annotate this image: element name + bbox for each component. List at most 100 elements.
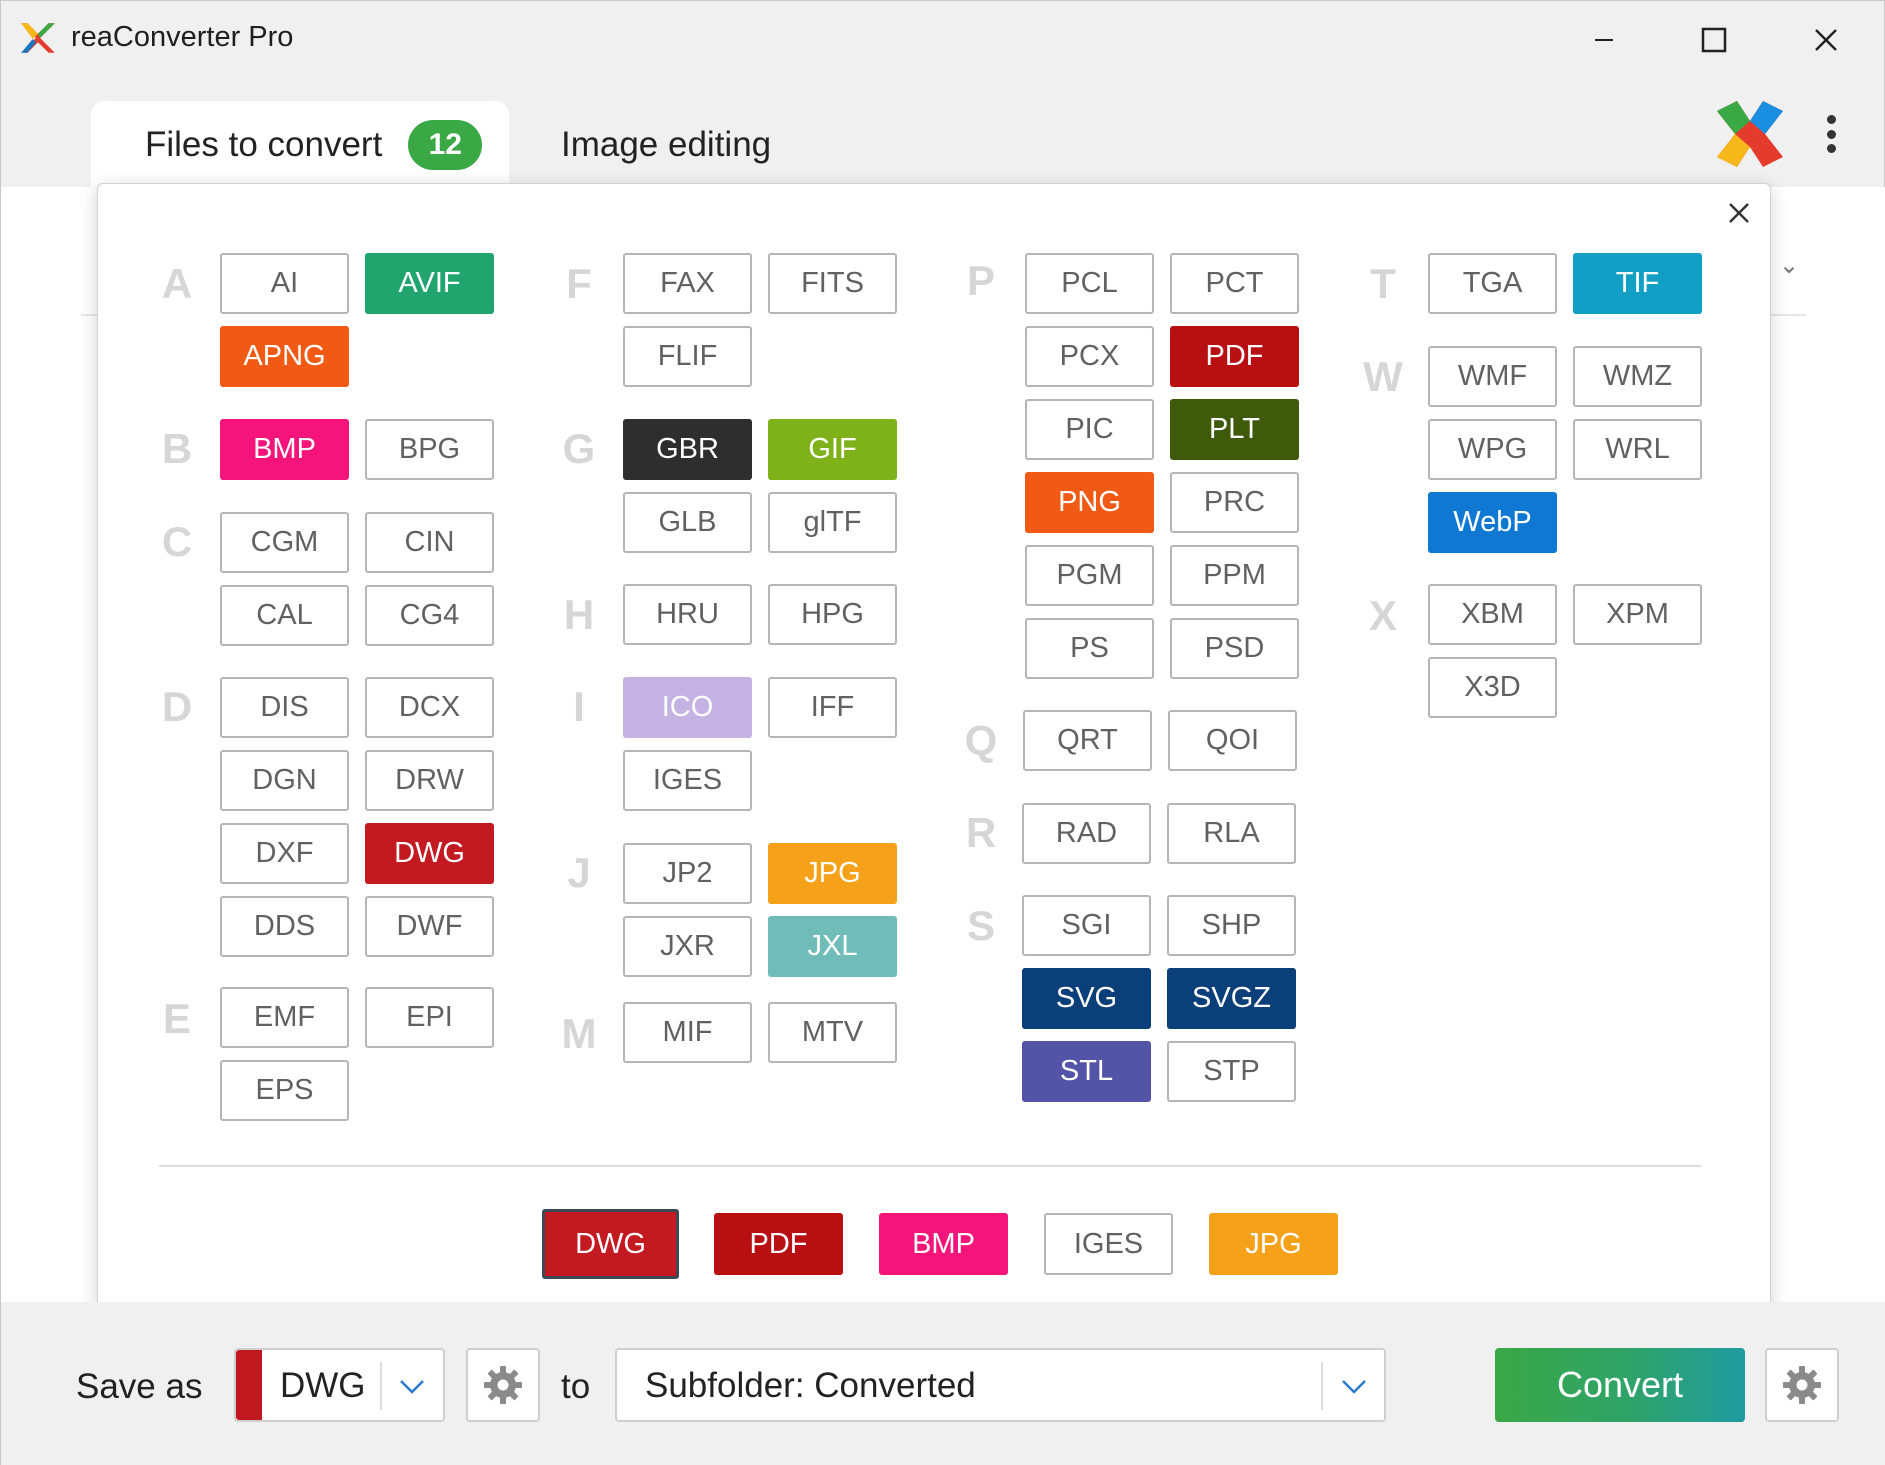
format-button-flif[interactable]: FLIF (623, 326, 752, 387)
format-button-fax[interactable]: FAX (623, 253, 752, 314)
format-button-jxr[interactable]: JXR (623, 916, 752, 977)
format-button-pct[interactable]: PCT (1170, 253, 1299, 314)
group-letter-h: H (563, 591, 595, 638)
destination-value: Subfolder: Converted (645, 1366, 976, 1405)
format-button-pcl[interactable]: PCL (1025, 253, 1154, 314)
format-button-qoi[interactable]: QOI (1168, 710, 1297, 771)
recent-format-pdf[interactable]: PDF (714, 1213, 843, 1275)
format-button-dis[interactable]: DIS (220, 677, 349, 738)
format-button-stp[interactable]: STP (1167, 1041, 1296, 1102)
tab-files-to-convert[interactable]: Files to convert 12 (91, 101, 509, 189)
chevron-down-icon (400, 1380, 424, 1394)
format-button-x3d[interactable]: X3D (1428, 657, 1557, 718)
group-letter-a: A (161, 260, 193, 307)
format-button-ai[interactable]: AI (220, 253, 349, 314)
format-button-jp2[interactable]: JP2 (623, 843, 752, 904)
close-popup-icon[interactable] (1723, 197, 1755, 229)
format-button-gbr[interactable]: GBR (623, 419, 752, 480)
format-button-mif[interactable]: MIF (623, 1002, 752, 1063)
output-format-select[interactable]: DWG (234, 1348, 445, 1422)
format-button-dcx[interactable]: DCX (365, 677, 494, 738)
format-button-wmz[interactable]: WMZ (1573, 346, 1702, 407)
group-letter-c: C (161, 518, 193, 565)
format-button-prc[interactable]: PRC (1170, 472, 1299, 533)
format-button-dgn[interactable]: DGN (220, 750, 349, 811)
format-button-shp[interactable]: SHP (1167, 895, 1296, 956)
format-button-tif[interactable]: TIF (1573, 253, 1702, 314)
format-button-sgi[interactable]: SGI (1022, 895, 1151, 956)
format-button-qrt[interactable]: QRT (1023, 710, 1152, 771)
format-button-pcx[interactable]: PCX (1025, 326, 1154, 387)
format-button-png[interactable]: PNG (1025, 472, 1154, 533)
tab-label: Image editing (561, 125, 772, 164)
format-button-gif[interactable]: GIF (768, 419, 897, 480)
convert-button[interactable]: Convert (1495, 1348, 1745, 1422)
format-button-hpg[interactable]: HPG (768, 584, 897, 645)
format-button-jpg[interactable]: JPG (768, 843, 897, 904)
format-button-psd[interactable]: PSD (1170, 618, 1299, 679)
format-button-tga[interactable]: TGA (1428, 253, 1557, 314)
format-button-gltf[interactable]: glTF (768, 492, 897, 553)
convert-settings-button[interactable] (1765, 1348, 1839, 1422)
format-button-stl[interactable]: STL (1022, 1041, 1151, 1102)
recent-format-iges[interactable]: IGES (1044, 1213, 1173, 1275)
format-button-drw[interactable]: DRW (365, 750, 494, 811)
format-button-cal[interactable]: CAL (220, 585, 349, 646)
format-button-dwf[interactable]: DWF (365, 896, 494, 957)
format-button-wrl[interactable]: WRL (1573, 419, 1702, 480)
group-letter-d: D (161, 683, 193, 730)
save-as-label: Save as (76, 1367, 203, 1406)
format-button-xbm[interactable]: XBM (1428, 584, 1557, 645)
app-window: reaConverter Pro ⌄ Files to convert 12 I… (0, 0, 1885, 1465)
format-button-dxf[interactable]: DXF (220, 823, 349, 884)
format-button-ppm[interactable]: PPM (1170, 545, 1299, 606)
format-button-svgz[interactable]: SVGZ (1167, 968, 1296, 1029)
format-button-xpm[interactable]: XPM (1573, 584, 1702, 645)
recent-format-dwg[interactable]: DWG (542, 1209, 679, 1279)
destination-select[interactable]: Subfolder: Converted (615, 1348, 1386, 1422)
format-button-wmf[interactable]: WMF (1428, 346, 1557, 407)
group-letter-t: T (1370, 260, 1396, 307)
format-button-pdf[interactable]: PDF (1170, 326, 1299, 387)
format-button-epi[interactable]: EPI (365, 987, 494, 1048)
format-button-iff[interactable]: IFF (768, 677, 897, 738)
format-button-plt[interactable]: PLT (1170, 399, 1299, 460)
format-button-dds[interactable]: DDS (220, 896, 349, 957)
close-window-button[interactable] (1781, 11, 1871, 69)
format-button-webp[interactable]: WebP (1428, 492, 1557, 553)
format-button-ico[interactable]: ICO (623, 677, 752, 738)
format-button-cin[interactable]: CIN (365, 512, 494, 573)
format-button-iges[interactable]: IGES (623, 750, 752, 811)
maximize-button[interactable] (1669, 11, 1759, 69)
format-button-jxl[interactable]: JXL (768, 916, 897, 977)
brand-logo-icon[interactable] (1713, 97, 1787, 171)
more-options-button[interactable] (1813, 109, 1849, 159)
format-button-emf[interactable]: EMF (220, 987, 349, 1048)
format-button-dwg[interactable]: DWG (365, 823, 494, 884)
minimize-button[interactable] (1559, 11, 1649, 69)
format-button-pic[interactable]: PIC (1025, 399, 1154, 460)
format-button-glb[interactable]: GLB (623, 492, 752, 553)
format-button-rla[interactable]: RLA (1167, 803, 1296, 864)
format-button-apng[interactable]: APNG (220, 326, 349, 387)
format-button-wpg[interactable]: WPG (1428, 419, 1557, 480)
format-button-avif[interactable]: AVIF (365, 253, 494, 314)
format-button-pgm[interactable]: PGM (1025, 545, 1154, 606)
format-color-swatch (236, 1350, 262, 1420)
recent-format-bmp[interactable]: BMP (879, 1213, 1008, 1275)
format-button-rad[interactable]: RAD (1022, 803, 1151, 864)
format-button-svg[interactable]: SVG (1022, 968, 1151, 1029)
format-button-cgm[interactable]: CGM (220, 512, 349, 573)
format-button-bpg[interactable]: BPG (365, 419, 494, 480)
format-button-hru[interactable]: HRU (623, 584, 752, 645)
format-button-cg4[interactable]: CG4 (365, 585, 494, 646)
format-button-bmp[interactable]: BMP (220, 419, 349, 480)
format-button-ps[interactable]: PS (1025, 618, 1154, 679)
format-button-mtv[interactable]: MTV (768, 1002, 897, 1063)
format-button-fits[interactable]: FITS (768, 253, 897, 314)
recent-format-jpg[interactable]: JPG (1209, 1213, 1338, 1275)
tab-image-editing[interactable]: Image editing (561, 101, 861, 189)
close-icon (1815, 29, 1837, 51)
format-button-eps[interactable]: EPS (220, 1060, 349, 1121)
format-settings-button[interactable] (466, 1348, 540, 1422)
